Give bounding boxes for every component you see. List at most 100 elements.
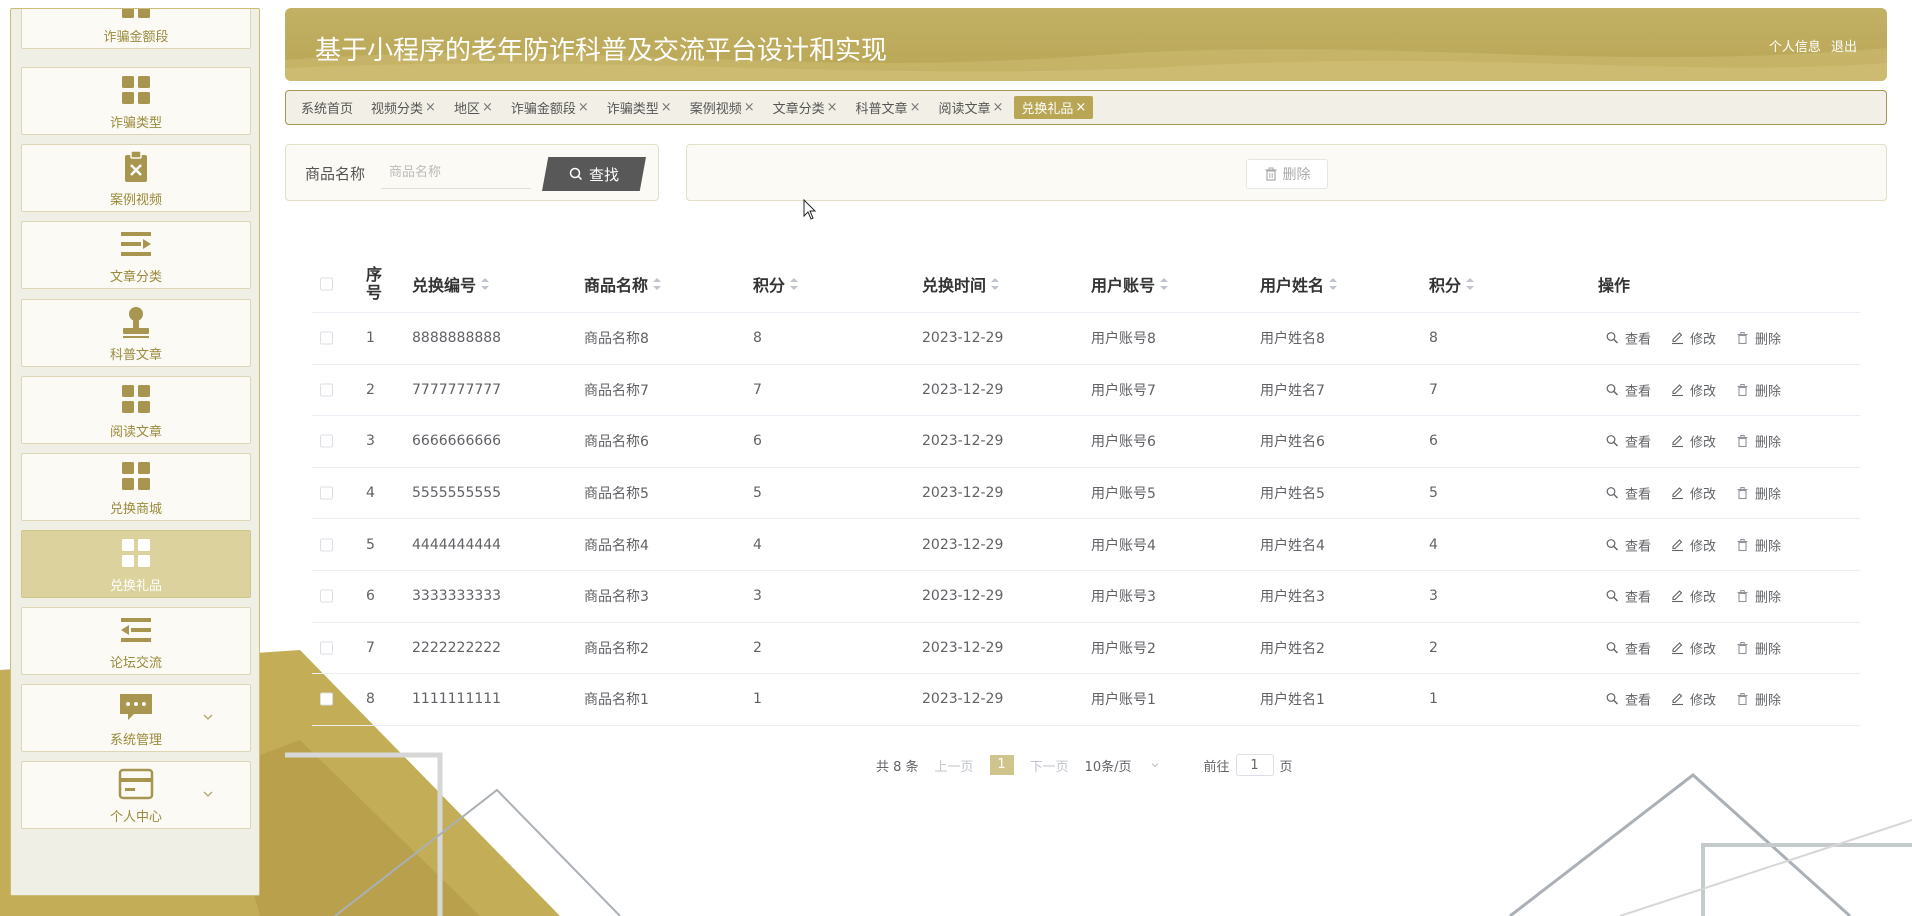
delete-button[interactable]: 删除 <box>1736 432 1781 451</box>
row-checkbox[interactable] <box>320 641 333 655</box>
sort-icon[interactable] <box>653 278 662 290</box>
tab-2[interactable]: 视频分类 × <box>364 96 443 119</box>
delete-button[interactable]: 删除 <box>1736 587 1781 606</box>
header-links: 个人信息 退出 <box>1763 36 1857 55</box>
edit-label: 修改 <box>1690 384 1717 400</box>
edit-button[interactable]: 修改 <box>1671 638 1716 657</box>
tab-1[interactable]: 系统首页 <box>294 96 360 119</box>
sidebar-item-5[interactable]: 科普文章 <box>21 299 251 367</box>
sidebar-item-9[interactable]: 论坛交流 <box>21 607 251 675</box>
delete-button[interactable]: 删除 <box>1736 638 1781 657</box>
column-header[interactable]: 用户账号 <box>1091 272 1169 296</box>
view-button[interactable]: 查看 <box>1606 535 1651 554</box>
close-icon[interactable]: × <box>744 100 755 115</box>
sort-icon[interactable] <box>1466 278 1475 290</box>
close-icon[interactable]: × <box>910 100 921 115</box>
logout-link[interactable]: 退出 <box>1831 40 1857 55</box>
batch-delete-button[interactable]: 删除 <box>1246 159 1328 189</box>
edit-icon <box>1672 538 1684 551</box>
search-input[interactable] <box>381 157 531 189</box>
row-checkbox[interactable] <box>320 486 333 500</box>
tab-10[interactable]: 兑换礼品 × <box>1014 96 1094 119</box>
sidebar-item-11[interactable]: 个人中心 <box>21 761 251 829</box>
edit-button[interactable]: 修改 <box>1671 329 1716 348</box>
column-header[interactable]: 积分 <box>1429 272 1475 296</box>
column-header[interactable]: 商品名称 <box>584 272 662 296</box>
view-button[interactable]: 查看 <box>1606 587 1651 606</box>
edit-button[interactable]: 修改 <box>1671 484 1716 503</box>
search-button[interactable]: 查找 <box>542 157 646 191</box>
column-header[interactable]: 用户姓名 <box>1260 272 1338 296</box>
select-all-checkbox[interactable] <box>320 277 333 291</box>
row-checkbox[interactable] <box>320 692 333 706</box>
close-icon[interactable]: × <box>482 100 493 115</box>
edit-button[interactable]: 修改 <box>1671 432 1716 451</box>
row-checkbox[interactable] <box>320 383 333 397</box>
delete-button[interactable]: 删除 <box>1736 690 1781 709</box>
close-icon[interactable]: × <box>827 100 838 115</box>
sidebar-item-1[interactable]: 诈骗金额段 <box>21 9 251 49</box>
column-header[interactable]: 兑换时间 <box>922 272 1000 296</box>
edit-icon <box>1672 332 1684 345</box>
sidebar-item-label: 系统管理 <box>109 732 162 748</box>
delete-button[interactable]: 删除 <box>1736 535 1781 554</box>
row-checkbox[interactable] <box>320 434 333 448</box>
sidebar-item-10[interactable]: 系统管理 <box>21 684 251 752</box>
view-button[interactable]: 查看 <box>1606 484 1651 503</box>
view-label: 查看 <box>1625 384 1652 400</box>
close-icon[interactable]: × <box>661 100 672 115</box>
goto-suffix: 页 <box>1279 759 1293 775</box>
tab-9[interactable]: 阅读文章 × <box>931 96 1010 119</box>
view-button[interactable]: 查看 <box>1606 690 1651 709</box>
column-header[interactable]: 积分 <box>753 272 799 296</box>
row-checkbox[interactable] <box>320 538 333 552</box>
column-header[interactable]: 兑换编号 <box>412 272 490 296</box>
delete-button[interactable]: 删除 <box>1736 484 1781 503</box>
view-button[interactable]: 查看 <box>1606 329 1651 348</box>
page-size-select[interactable]: 10条/页 <box>1085 756 1160 775</box>
profile-link[interactable]: 个人信息 <box>1769 40 1821 55</box>
tab-3[interactable]: 地区 × <box>447 96 500 119</box>
goto-page-input[interactable] <box>1235 754 1274 776</box>
sidebar-item-2[interactable]: 诈骗类型 <box>21 67 251 135</box>
sidebar-item-6[interactable]: 阅读文章 <box>21 376 251 444</box>
sort-icon[interactable] <box>481 278 490 290</box>
tab-label: 案例视频 <box>689 102 742 117</box>
row-checkbox[interactable] <box>320 589 333 603</box>
close-icon[interactable]: × <box>578 100 589 115</box>
tab-6[interactable]: 案例视频 × <box>683 96 762 119</box>
sidebar-item-7[interactable]: 兑换商城 <box>21 453 251 521</box>
close-icon[interactable]: × <box>992 100 1003 115</box>
row-checkbox[interactable] <box>320 331 333 345</box>
close-icon[interactable]: × <box>425 100 436 115</box>
sort-icon[interactable] <box>991 278 1000 290</box>
edit-button[interactable]: 修改 <box>1671 380 1716 399</box>
goto-label: 前往 <box>1203 759 1230 775</box>
cell-code: 5555555555 <box>412 485 502 502</box>
view-button[interactable]: 查看 <box>1606 638 1651 657</box>
delete-button[interactable]: 删除 <box>1736 329 1781 348</box>
edit-button[interactable]: 修改 <box>1671 690 1716 709</box>
tab-4[interactable]: 诈骗金额段 × <box>504 96 596 119</box>
tab-5[interactable]: 诈骗类型 × <box>600 96 679 119</box>
sidebar-item-3[interactable]: 案例视频 <box>21 144 251 212</box>
view-button[interactable]: 查看 <box>1606 432 1651 451</box>
cell-points: 1 <box>753 691 762 708</box>
delete-button[interactable]: 删除 <box>1736 380 1781 399</box>
tab-7[interactable]: 文章分类 × <box>766 96 845 119</box>
close-icon[interactable]: × <box>1075 100 1086 115</box>
sort-icon[interactable] <box>1329 278 1338 290</box>
pagination-page-1[interactable]: 1 <box>989 755 1014 775</box>
sort-icon[interactable] <box>1160 278 1169 290</box>
sidebar-item-4[interactable]: 文章分类 <box>21 221 251 289</box>
sidebar-item-8[interactable]: 兑换礼品 <box>21 530 251 598</box>
tab-8[interactable]: 科普文章 × <box>849 96 928 119</box>
edit-button[interactable]: 修改 <box>1671 587 1716 606</box>
view-button[interactable]: 查看 <box>1606 380 1651 399</box>
pagination-next-button[interactable]: 下一页 <box>1030 756 1069 775</box>
edit-button[interactable]: 修改 <box>1671 535 1716 554</box>
row-actions: 查看 修改 删除 <box>1606 380 1801 399</box>
gift-exchange-table: 序号 兑换编号 商品名称 积分 兑换时间 用户账号 用户姓名 积分 操作 1 8888888888 商… <box>312 256 1860 726</box>
pagination-prev-button[interactable]: 上一页 <box>935 756 974 775</box>
sort-icon[interactable] <box>790 278 799 290</box>
